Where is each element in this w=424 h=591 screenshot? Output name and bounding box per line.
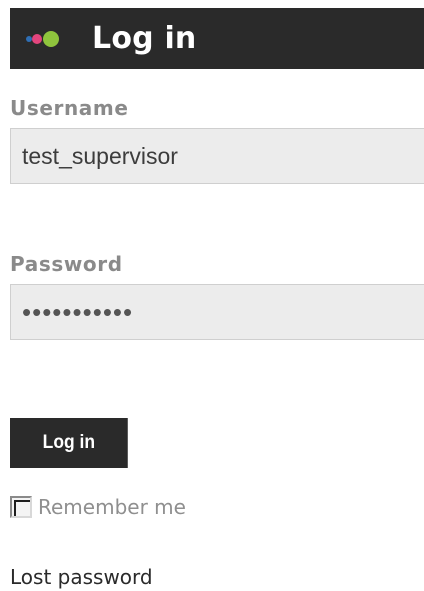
username-label: Username	[10, 96, 129, 120]
remember-me-row[interactable]: Remember me	[10, 495, 186, 519]
page-title: Log in	[92, 21, 197, 56]
password-label: Password	[10, 252, 123, 276]
logo-dot-pink	[32, 33, 42, 44]
username-input[interactable]	[10, 128, 424, 184]
logo-icon	[26, 29, 74, 49]
password-input[interactable]	[10, 284, 424, 340]
remember-me-checkbox[interactable]	[10, 496, 32, 518]
lost-password-link[interactable]: Lost password	[10, 565, 153, 589]
login-header: Log in	[10, 8, 424, 69]
login-page: Log in Username Password Log in Remember…	[0, 0, 424, 591]
remember-me-label[interactable]: Remember me	[38, 495, 186, 519]
logo-dot-green	[43, 30, 59, 47]
login-button[interactable]: Log in	[10, 418, 128, 468]
